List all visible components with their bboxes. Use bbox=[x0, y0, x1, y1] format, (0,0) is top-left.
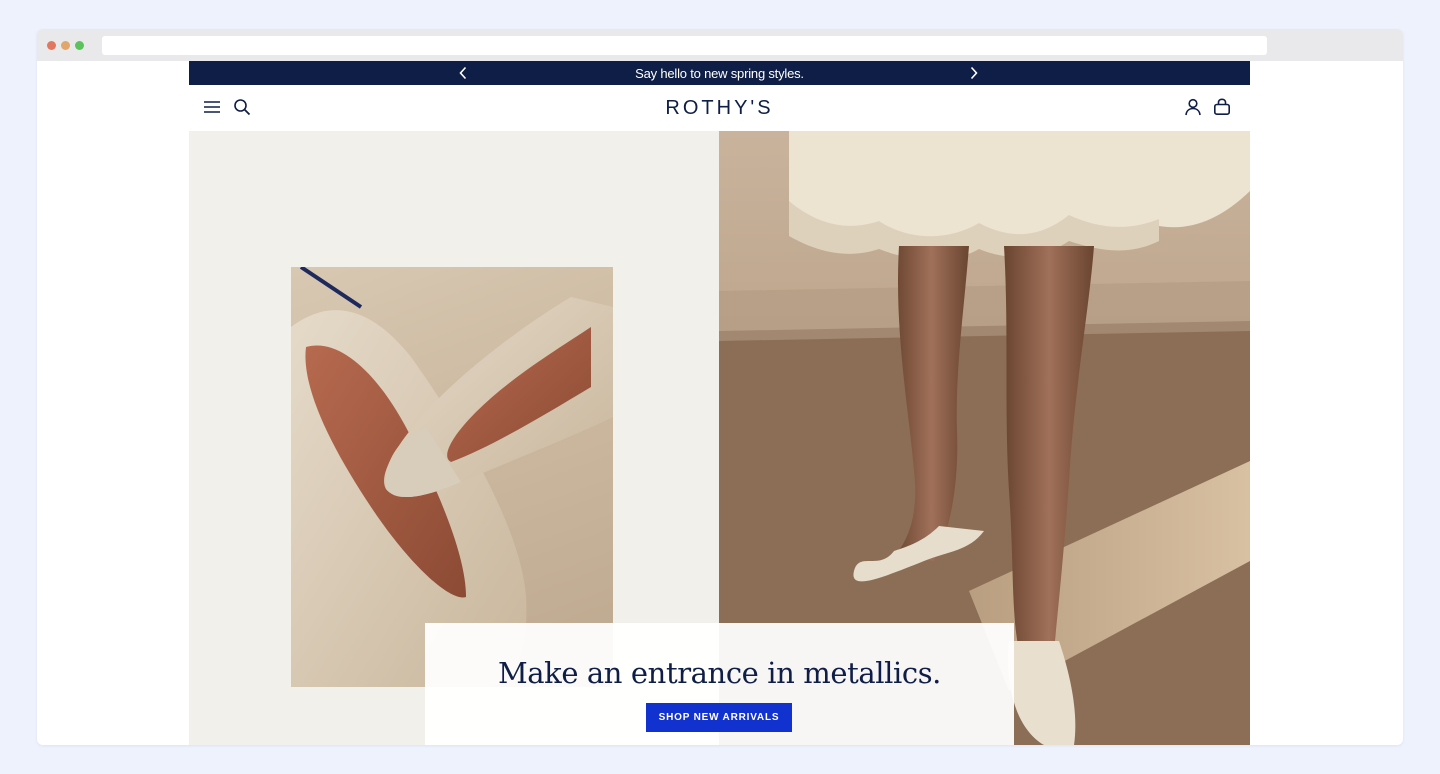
minimize-window-button[interactable] bbox=[61, 41, 70, 50]
announcement-next-button[interactable] bbox=[966, 64, 982, 82]
site-header: ROTHY'S bbox=[189, 85, 1250, 131]
close-window-button[interactable] bbox=[47, 41, 56, 50]
account-icon bbox=[1185, 98, 1201, 116]
shop-new-arrivals-button[interactable]: SHOP NEW ARRIVALS bbox=[646, 703, 792, 732]
website: Say hello to new spring styles. ROTHY'S … bbox=[189, 61, 1250, 745]
announcement-bar: Say hello to new spring styles. bbox=[189, 61, 1250, 85]
account-button[interactable] bbox=[1183, 97, 1203, 117]
address-bar[interactable] bbox=[102, 36, 1267, 55]
chevron-right-icon bbox=[970, 66, 978, 80]
bag-icon bbox=[1213, 98, 1230, 115]
site-logo[interactable]: ROTHY'S bbox=[189, 97, 1250, 120]
hero-promo-card: Make an entrance in metallics. SHOP NEW … bbox=[425, 623, 1014, 745]
hero-banner: Make an entrance in metallics. SHOP NEW … bbox=[189, 131, 1250, 745]
browser-toolbar bbox=[37, 29, 1403, 61]
browser-window: Say hello to new spring styles. ROTHY'S … bbox=[37, 29, 1403, 745]
announcement-text: Say hello to new spring styles. bbox=[635, 66, 804, 81]
maximize-window-button[interactable] bbox=[75, 41, 84, 50]
hero-heading: Make an entrance in metallics. bbox=[497, 656, 941, 690]
cart-button[interactable] bbox=[1212, 97, 1232, 117]
